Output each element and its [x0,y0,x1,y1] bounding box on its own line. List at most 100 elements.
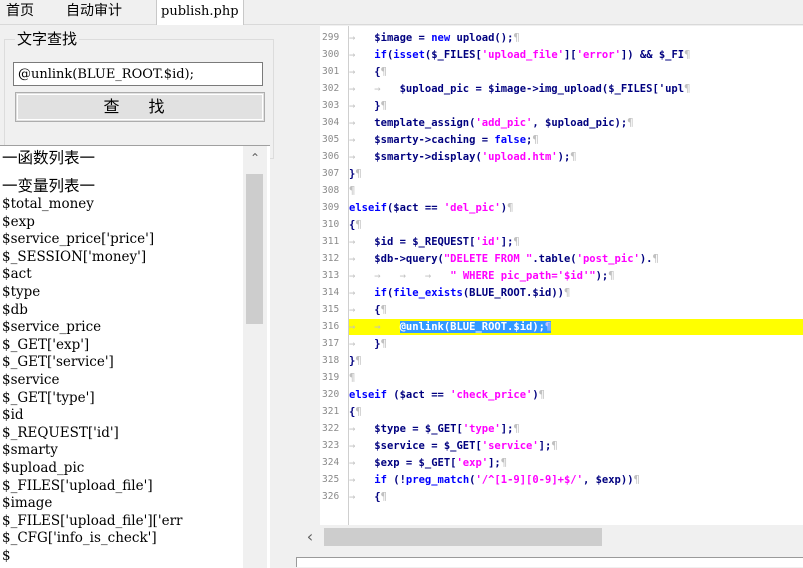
line-number: 313 [322,270,340,281]
symbol-list-content: 一函数列表一 一变量列表一 $total_money $exp $service_p… [2,148,240,565]
line-number: 311 [322,236,340,247]
line-number: 301 [322,66,340,77]
line-number: 314 [322,287,340,298]
variable-list-item[interactable]: $id [2,407,240,425]
variable-list-item[interactable]: $service_price['price'] [2,231,240,249]
code-line[interactable]: → }¶ [349,98,803,114]
search-input[interactable] [13,62,263,86]
function-list-heading: 一函数列表一 [2,149,96,167]
editor-horizontal-scrollbar[interactable]: ‹ [298,525,803,549]
left-panel: 文字查找 查 找 一函数列表一 一变量列表一 $total_money$exp$… [0,25,274,568]
line-number: 309 [322,202,340,213]
code-line[interactable]: elseif($act == 'del_pic')¶ [349,200,803,216]
editor-margin [296,26,320,525]
list-vertical-scrollbar[interactable]: ⌃ [243,146,267,568]
variable-list-item[interactable]: $type [2,284,240,302]
line-number: 305 [322,134,340,145]
bottom-output-panel [296,557,803,567]
code-line[interactable]: → $service = $_GET['service'];¶ [349,438,803,454]
line-number: 317 [322,338,340,349]
code-line[interactable]: }¶ [349,166,803,182]
line-number: 310 [322,219,340,230]
line-number: 321 [322,406,340,417]
chevron-up-icon[interactable]: ⌃ [243,146,267,170]
tab-bar: 首页 自动审计 publish.php [0,0,803,25]
code-line[interactable]: ¶ [349,370,803,386]
variable-list-item[interactable]: $_FILES['upload_file'] [2,478,240,496]
variable-list-item[interactable]: $upload_pic [2,460,240,478]
line-number: 318 [322,355,340,366]
variable-list-item[interactable]: $_FILES['upload_file']['err [2,513,240,531]
line-number: 302 [322,83,340,94]
code-line[interactable]: → $type = $_GET['type'];¶ [349,421,803,437]
line-number: 308 [322,185,340,196]
code-line[interactable]: → {¶ [349,489,803,505]
code-line[interactable]: → $id = $_REQUEST['id'];¶ [349,234,803,250]
code-line[interactable]: → $db->query("DELETE FROM ".table('post_… [349,251,803,267]
variable-list-heading: 一变量列表一 [2,177,96,195]
variable-list-item[interactable]: $_REQUEST['id'] [2,425,240,443]
variable-list-item[interactable]: $smarty [2,442,240,460]
code-line[interactable]: }¶ [349,353,803,369]
tab-home[interactable]: 首页 [2,0,38,23]
tab-auto-audit[interactable]: 自动审计 [62,0,126,23]
line-number: 324 [322,457,340,468]
line-number: 326 [322,491,340,502]
line-number: 304 [322,117,340,128]
line-number: 320 [322,389,340,400]
code-line[interactable]: → $image = new upload();¶ [349,30,803,46]
variable-list-item[interactable]: $db [2,302,240,320]
code-editor[interactable]: 299 300 301 302 303 304 305 306 307 308 309 310 311 3… [320,26,803,525]
code-line[interactable]: → template_assign('add_pic', $upload_pic… [349,115,803,131]
chevron-left-icon[interactable]: ‹ [298,525,322,549]
variable-list-item[interactable]: $act [2,266,240,284]
line-number: 323 [322,440,340,451]
variable-list-item[interactable]: $total_money [2,196,240,214]
line-number: 312 [322,253,340,264]
text-search-group: 文字查找 查 找 [4,28,274,159]
code-line[interactable]: → → → → " WHERE pic_path='$id'");¶ [349,268,803,284]
code-line[interactable]: → if (!preg_match('/^[1-9][0-9]+$/', $ex… [349,472,803,488]
text-search-legend: 文字查找 [15,28,80,49]
code-line[interactable]: {¶ [349,404,803,420]
code-line[interactable]: → if(isset($_FILES['upload_file']['error… [349,47,803,63]
find-button[interactable]: 查 找 [15,92,265,122]
line-number: 306 [322,151,340,162]
code-line[interactable]: → $smarty->display('upload.htm');¶ [349,149,803,165]
code-line[interactable]: → }¶ [349,336,803,352]
line-number: 300 [322,49,340,60]
variable-list-item[interactable]: $_GET['exp'] [2,337,240,355]
variable-list-item[interactable]: $image [2,495,240,513]
hscroll-thumb[interactable] [324,528,602,546]
list-scroll-thumb[interactable] [246,174,263,324]
line-number: 322 [322,423,340,434]
code-line[interactable]: → → @unlink(BLUE_ROOT.$id);¶ [349,319,803,335]
line-number: 316 [322,321,340,332]
code-line[interactable]: → → $upload_pic = $image->img_upload($_F… [349,81,803,97]
code-lines: → $image = new upload();¶ → if(isset($_FI… [349,26,803,525]
symbol-list[interactable]: 一函数列表一 一变量列表一 $total_money $exp $service_p… [0,145,270,568]
variable-list-item[interactable]: $_CFG['info_is_check'] [2,530,240,548]
code-line[interactable]: → if(file_exists(BLUE_ROOT.$id))¶ [349,285,803,301]
code-line[interactable]: elseif ($act == 'check_price')¶ [349,387,803,403]
tab-publish-php[interactable]: publish.php [156,0,244,25]
line-number: 325 [322,474,340,485]
variable-list-item[interactable]: $service_price [2,319,240,337]
line-number: 319 [322,372,340,383]
line-number: 299 [322,32,340,43]
line-number-gutter: 299 300 301 302 303 304 305 306 307 308 309 310 311 3… [320,26,349,525]
variable-list-item[interactable]: $ [2,548,240,566]
line-number: 303 [322,100,340,111]
variable-list-item[interactable]: $_GET['type'] [2,390,240,408]
variable-list-item[interactable]: $_GET['service'] [2,354,240,372]
variable-list-item[interactable]: $service [2,372,240,390]
variable-list-item[interactable]: $_SESSION['money'] [2,249,240,267]
variable-list-item[interactable]: $exp [2,214,240,232]
code-line[interactable]: → {¶ [349,64,803,80]
code-line[interactable]: → {¶ [349,302,803,318]
code-line[interactable]: {¶ [349,217,803,233]
code-line[interactable]: ¶ [349,183,803,199]
line-number: 315 [322,304,340,315]
code-line[interactable]: → $exp = $_GET['exp'];¶ [349,455,803,471]
code-line[interactable]: → $smarty->caching = false;¶ [349,132,803,148]
